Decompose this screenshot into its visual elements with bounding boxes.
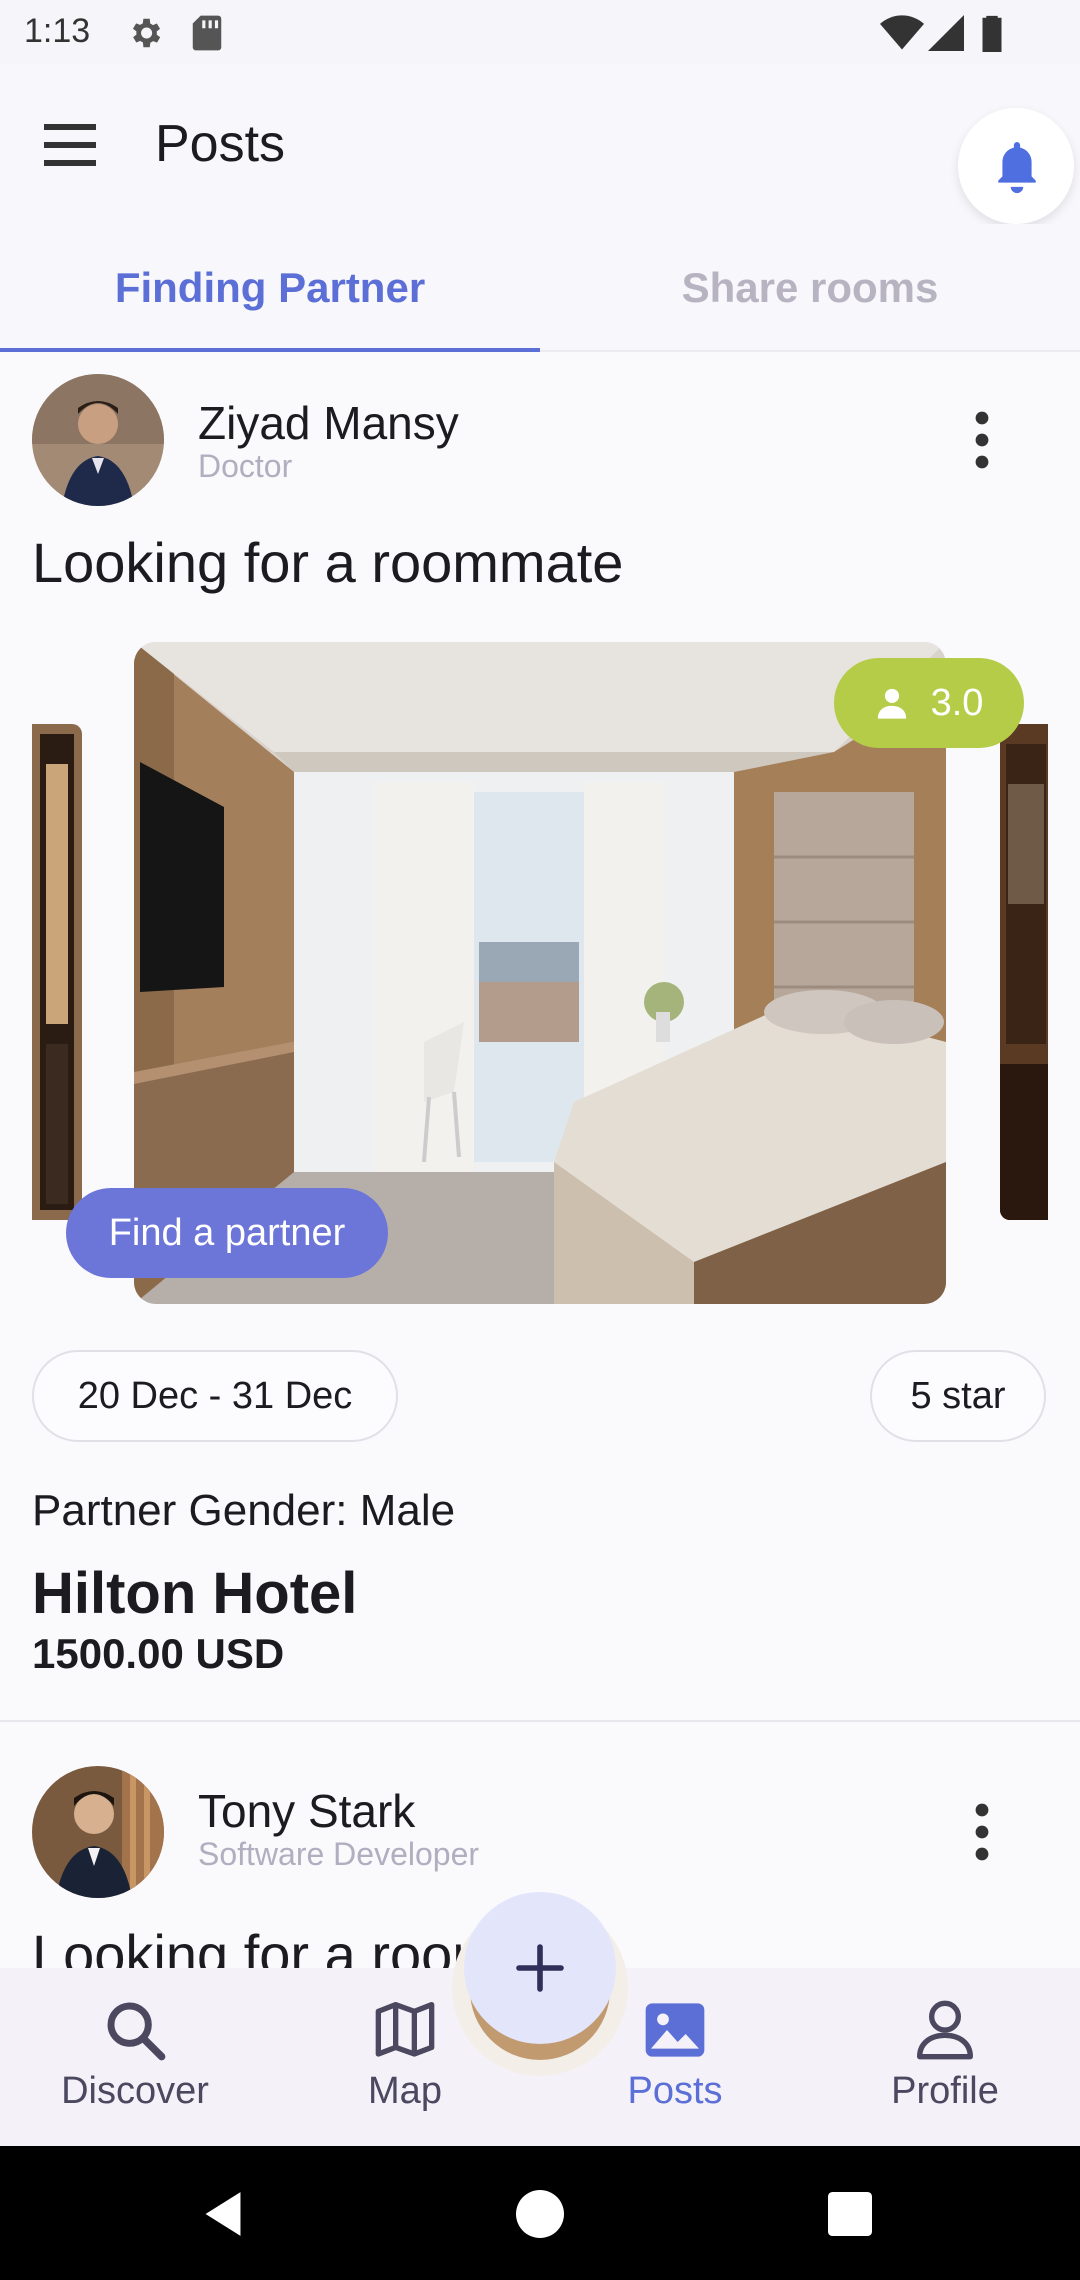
plus-icon bbox=[516, 1944, 564, 1992]
settings-icon bbox=[132, 18, 161, 48]
more-options-icon[interactable] bbox=[960, 1802, 1004, 1862]
previous-image[interactable] bbox=[32, 724, 82, 1220]
find-partner-button[interactable]: Find a partner bbox=[66, 1188, 388, 1278]
app-bar: Posts bbox=[0, 64, 1080, 224]
nav-label: Map bbox=[368, 2070, 442, 2112]
hotel-name: Hilton Hotel bbox=[32, 1561, 358, 1626]
sd-card-icon bbox=[192, 15, 222, 51]
date-range-chip[interactable]: 20 Dec - 31 Dec bbox=[32, 1350, 398, 1442]
status-time: 1:13 bbox=[24, 12, 91, 50]
notifications-button[interactable] bbox=[958, 108, 1074, 224]
avatar[interactable] bbox=[32, 1766, 164, 1898]
nav-label: Profile bbox=[891, 2070, 999, 2112]
recents-icon[interactable] bbox=[828, 2192, 872, 2236]
tab-share-rooms[interactable]: Share rooms bbox=[540, 224, 1080, 352]
search-icon bbox=[107, 2002, 166, 2061]
image-carousel[interactable]: 3.0 Find a partner bbox=[0, 642, 1080, 1304]
rating-chip: 3.0 bbox=[834, 658, 1024, 748]
avatar[interactable] bbox=[32, 374, 164, 506]
rating-value: 3.0 bbox=[930, 681, 984, 724]
nav-label: Posts bbox=[627, 2070, 723, 2112]
status-bar: 1:13 bbox=[0, 0, 1080, 64]
author-name[interactable]: Ziyad Mansy bbox=[198, 396, 459, 450]
signal-icon bbox=[928, 15, 964, 51]
partner-gender: Partner Gender: Male bbox=[32, 1486, 456, 1535]
image-icon bbox=[645, 2003, 705, 2057]
system-navigation-bar bbox=[0, 2146, 1080, 2280]
battery-icon bbox=[982, 15, 1002, 52]
author-role: Doctor bbox=[198, 448, 293, 484]
add-post-button[interactable] bbox=[464, 1892, 616, 2044]
nav-discover[interactable]: Discover bbox=[0, 1968, 270, 2146]
star-rating-chip[interactable]: 5 star bbox=[870, 1350, 1046, 1442]
person-icon bbox=[917, 2000, 973, 2060]
nav-profile[interactable]: Profile bbox=[810, 1968, 1080, 2146]
home-icon[interactable] bbox=[516, 2190, 564, 2238]
author-role: Software Developer bbox=[198, 1836, 480, 1872]
tab-finding-partner[interactable]: Finding Partner bbox=[0, 224, 540, 352]
map-icon bbox=[375, 2002, 435, 2057]
next-image[interactable] bbox=[1000, 724, 1048, 1220]
tab-bar: Finding Partner Share rooms bbox=[0, 224, 1080, 352]
person-icon bbox=[877, 688, 906, 719]
page-title: Posts bbox=[155, 115, 286, 173]
back-icon[interactable] bbox=[200, 2190, 246, 2238]
author-name[interactable]: Tony Stark bbox=[198, 1784, 415, 1838]
hotel-price: 1500.00 USD bbox=[32, 1630, 285, 1677]
bell-icon bbox=[998, 142, 1036, 194]
wifi-icon bbox=[880, 15, 924, 50]
menu-icon[interactable] bbox=[44, 122, 104, 170]
more-options-icon[interactable] bbox=[960, 410, 1004, 470]
post-title: Looking for a roommate bbox=[32, 531, 624, 594]
nav-label: Discover bbox=[61, 2070, 209, 2112]
